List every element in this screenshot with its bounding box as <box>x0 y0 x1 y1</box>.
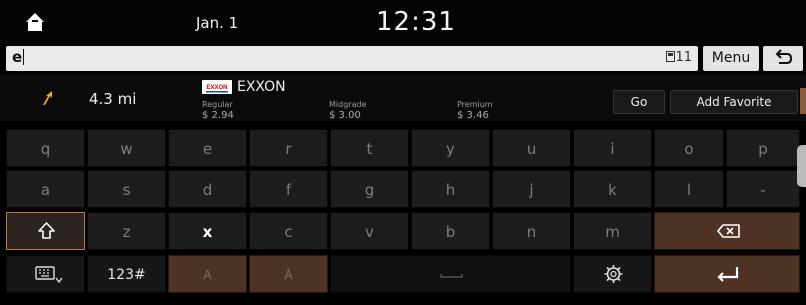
key-k[interactable]: k <box>573 170 652 208</box>
svg-text:EXXON: EXXON <box>206 85 227 91</box>
shift-icon <box>38 222 55 239</box>
key-j[interactable]: j <box>492 170 571 208</box>
key-r[interactable]: r <box>249 129 328 167</box>
numbers-key[interactable]: 123# <box>87 255 166 293</box>
search-input[interactable]: e 11 <box>6 46 698 71</box>
fuel-price-premium: $ 3.46 <box>457 110 489 119</box>
key-d[interactable]: d <box>168 170 247 208</box>
key-e[interactable]: e <box>168 129 247 167</box>
backspace-key[interactable] <box>654 212 800 250</box>
poi-distance: 4.3 mi <box>89 90 137 108</box>
key-c[interactable]: c <box>249 212 328 250</box>
gear-icon <box>604 265 623 283</box>
settings-key[interactable] <box>573 255 652 293</box>
keyboard: q w e r t y u i o p a s d f g h j k l - … <box>0 124 806 305</box>
key-h[interactable]: h <box>411 170 490 208</box>
fuel-price-regular: $ 2.94 <box>202 110 234 119</box>
key-g[interactable]: g <box>330 170 409 208</box>
key-accent-a-grave[interactable]: À <box>249 255 328 293</box>
direction-arrow-icon <box>43 91 52 105</box>
key-i[interactable]: i <box>573 129 652 167</box>
key-q[interactable]: q <box>6 129 85 167</box>
side-handle[interactable] <box>797 145 806 187</box>
status-bar: Jan. 1 12:31 <box>0 0 806 44</box>
fuel-label-midgrade: Midgrade <box>329 100 367 109</box>
key-v[interactable]: v <box>330 212 409 250</box>
backspace-icon <box>717 224 740 238</box>
key-accent-a[interactable]: A <box>168 255 247 293</box>
key-b[interactable]: b <box>411 212 490 250</box>
menu-button[interactable]: Menu <box>703 46 759 71</box>
fuel-label-regular: Regular <box>202 100 233 109</box>
enter-icon <box>717 267 739 282</box>
key-t[interactable]: t <box>330 129 409 167</box>
key-dash[interactable]: - <box>726 170 800 208</box>
key-u[interactable]: u <box>492 129 571 167</box>
space-icon <box>440 274 463 278</box>
text-caret <box>23 49 25 65</box>
fuel-price-midgrade: $ 3.00 <box>329 110 361 119</box>
fuel-label-premium: Premium <box>457 100 493 109</box>
key-s[interactable]: s <box>87 170 166 208</box>
key-p[interactable]: p <box>726 129 800 167</box>
go-button[interactable]: Go <box>613 90 665 114</box>
key-y[interactable]: y <box>411 129 490 167</box>
home-icon[interactable] <box>23 10 47 34</box>
char-count: 11 <box>666 50 692 65</box>
status-date: Jan. 1 <box>196 14 239 32</box>
key-n[interactable]: n <box>492 212 571 250</box>
keyboard-hide-icon <box>35 266 63 284</box>
key-f[interactable]: f <box>249 170 328 208</box>
search-input-text: e <box>12 48 25 66</box>
keyboard-hide-key[interactable] <box>6 255 85 293</box>
enter-key[interactable] <box>654 255 800 293</box>
back-arrow-icon <box>775 49 793 64</box>
key-o[interactable]: o <box>654 129 724 167</box>
poi-brand: EXXON <box>237 79 286 95</box>
status-clock: 12:31 <box>376 7 456 37</box>
key-x[interactable]: x <box>168 212 247 250</box>
back-button[interactable] <box>763 46 803 71</box>
key-a[interactable]: a <box>6 170 85 208</box>
space-key[interactable] <box>330 255 571 293</box>
exxon-logo: EXXON <box>202 80 232 94</box>
key-m[interactable]: m <box>573 212 652 250</box>
shift-key[interactable] <box>6 212 85 250</box>
key-l[interactable]: l <box>654 170 724 208</box>
edge-tab <box>800 88 806 114</box>
add-favorite-button[interactable]: Add Favorite <box>670 90 798 114</box>
key-w[interactable]: w <box>87 129 166 167</box>
key-z[interactable]: z <box>87 212 166 250</box>
